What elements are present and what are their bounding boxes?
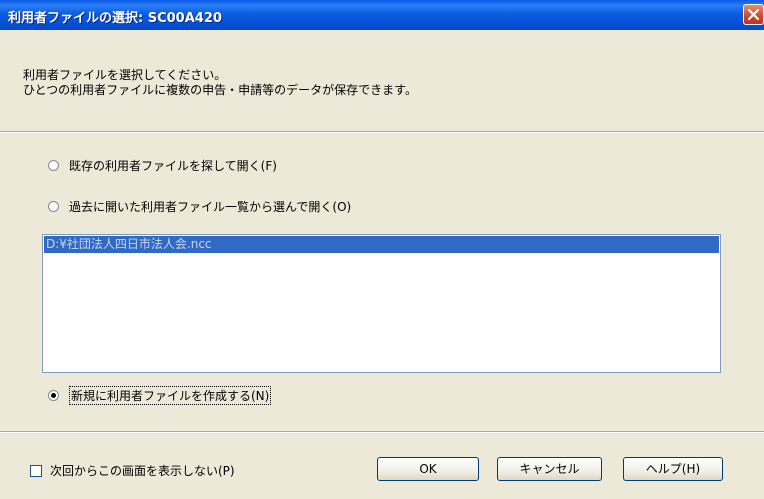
option-browse-existing[interactable]: 既存の利用者ファイルを探して開く(F) <box>48 157 277 174</box>
radio-create-new[interactable] <box>48 390 59 401</box>
option-create-new[interactable]: 新規に利用者ファイルを作成する(N) <box>48 386 272 405</box>
dont-show-again[interactable]: 次回からこの画面を表示しない(P) <box>30 462 235 479</box>
radio-open-recent[interactable] <box>48 201 59 212</box>
window-title: 利用者ファイルの選択: SC00A420 <box>8 11 222 26</box>
close-button[interactable] <box>743 4 764 25</box>
radio-browse-existing[interactable] <box>48 160 59 171</box>
instruction-line-1: 利用者ファイルを選択してください。 <box>23 68 227 82</box>
dont-show-again-checkbox[interactable] <box>30 464 42 477</box>
recent-files-list[interactable]: D:¥社団法人四日市法人会.ncc <box>42 234 721 373</box>
close-icon <box>748 9 759 20</box>
cancel-button[interactable]: キャンセル <box>497 457 602 481</box>
option-open-recent[interactable]: 過去に開いた利用者ファイル一覧から選んで開く(O) <box>48 198 351 215</box>
separator-top <box>0 131 764 133</box>
option-create-new-label[interactable]: 新規に利用者ファイルを作成する(N) <box>69 386 272 405</box>
instruction-line-2: ひとつの利用者ファイルに複数の申告・申請等のデータが保存できます。 <box>23 83 417 97</box>
separator-bottom <box>0 431 764 433</box>
option-browse-existing-label[interactable]: 既存の利用者ファイルを探して開く(F) <box>69 157 277 174</box>
option-open-recent-label[interactable]: 過去に開いた利用者ファイル一覧から選んで開く(O) <box>69 198 351 215</box>
dialog-body: 利用者ファイルを選択してください。 ひとつの利用者ファイルに複数の申告・申請等の… <box>0 30 764 499</box>
help-button[interactable]: ヘルプ(H) <box>623 457 723 481</box>
list-item[interactable]: D:¥社団法人四日市法人会.ncc <box>44 236 719 253</box>
ok-button[interactable]: OK <box>377 457 479 481</box>
dont-show-again-label[interactable]: 次回からこの画面を表示しない(P) <box>50 462 235 479</box>
title-bar: 利用者ファイルの選択: SC00A420 <box>0 0 764 30</box>
